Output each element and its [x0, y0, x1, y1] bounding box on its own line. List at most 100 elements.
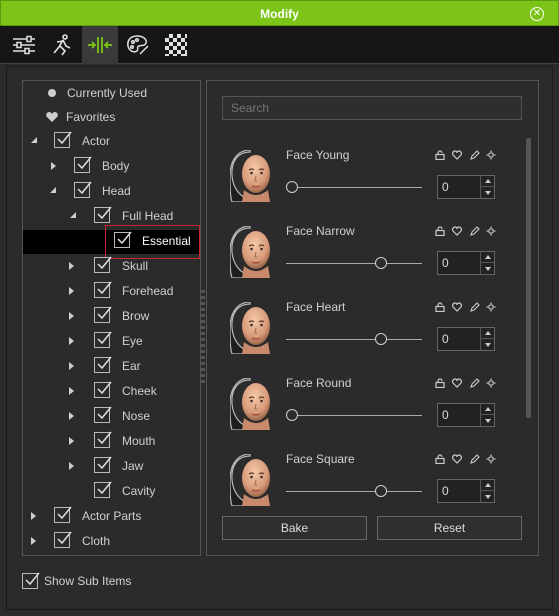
increment-icon[interactable]	[480, 328, 494, 339]
checkbox-forehead[interactable]	[94, 281, 112, 298]
reset-button[interactable]: Reset	[377, 516, 522, 540]
value-spinbox[interactable]: 0	[437, 327, 495, 351]
expand-arrow-icon[interactable]	[69, 337, 74, 345]
checkbox-cavity[interactable]	[94, 481, 112, 498]
edit-pencil-icon[interactable]	[470, 454, 480, 464]
edit-pencil-icon[interactable]	[470, 226, 480, 236]
slider-knob[interactable]	[286, 409, 298, 421]
decrement-icon[interactable]	[480, 415, 494, 426]
increment-icon[interactable]	[480, 404, 494, 415]
tree-item-currently-used[interactable]: Currently Used	[48, 82, 147, 104]
lock-icon[interactable]	[435, 454, 445, 464]
tab-texture[interactable]	[158, 26, 194, 64]
tree-item-favorites[interactable]: Favorites	[46, 106, 115, 128]
tab-pose[interactable]	[44, 26, 80, 64]
favorite-heart-icon[interactable]	[452, 302, 462, 312]
expand-arrow-icon[interactable]	[69, 387, 74, 395]
expand-arrow-icon[interactable]	[69, 462, 74, 470]
bake-button[interactable]: Bake	[222, 516, 367, 540]
tree-item-nose[interactable]: Nose	[122, 405, 150, 427]
tree-item-actor-parts[interactable]: Actor Parts	[82, 505, 141, 527]
panel-splitter[interactable]	[201, 290, 205, 386]
tree-item-jaw[interactable]: Jaw	[122, 455, 143, 477]
increment-icon[interactable]	[480, 252, 494, 263]
expand-arrow-icon[interactable]	[69, 287, 74, 295]
settings-gear-icon[interactable]	[486, 378, 496, 388]
checkbox-jaw[interactable]	[94, 456, 112, 473]
slider-knob[interactable]	[375, 333, 387, 345]
expand-arrow-icon[interactable]	[69, 312, 74, 320]
increment-icon[interactable]	[480, 480, 494, 491]
checkbox-actor[interactable]	[54, 131, 72, 148]
checkbox-essential[interactable]	[114, 231, 132, 248]
tree-item-cheek[interactable]: Cheek	[122, 380, 157, 402]
checkbox-body[interactable]	[74, 156, 92, 173]
checkbox-mouth[interactable]	[94, 431, 112, 448]
checkbox-cloth[interactable]	[54, 531, 72, 548]
checkbox-full-head[interactable]	[94, 206, 112, 223]
tree-item-body[interactable]: Body	[102, 155, 129, 177]
checkbox-skull[interactable]	[94, 256, 112, 273]
tree-item-skull[interactable]: Skull	[122, 255, 148, 277]
close-icon[interactable]: ✕	[530, 7, 544, 21]
edit-pencil-icon[interactable]	[470, 150, 480, 160]
tree-item-full-head[interactable]: Full Head	[122, 205, 173, 227]
lock-icon[interactable]	[435, 378, 445, 388]
checkbox-ear[interactable]	[94, 356, 112, 373]
edit-pencil-icon[interactable]	[470, 378, 480, 388]
expand-arrow-icon[interactable]	[51, 162, 56, 170]
slider-knob[interactable]	[286, 181, 298, 193]
morph-list-scrollbar[interactable]	[526, 138, 531, 418]
checkbox-actor-parts[interactable]	[54, 506, 72, 523]
checkbox-head[interactable]	[74, 181, 92, 198]
edit-pencil-icon[interactable]	[470, 302, 480, 312]
slider-track[interactable]	[286, 415, 422, 416]
settings-gear-icon[interactable]	[486, 226, 496, 236]
slider-knob[interactable]	[375, 485, 387, 497]
expand-arrow-icon[interactable]	[69, 262, 74, 270]
slider-track[interactable]	[286, 339, 422, 340]
settings-gear-icon[interactable]	[486, 454, 496, 464]
tree-item-head[interactable]: Head	[102, 180, 131, 202]
decrement-icon[interactable]	[480, 263, 494, 274]
decrement-icon[interactable]	[480, 491, 494, 502]
tree-item-forehead[interactable]: Forehead	[122, 280, 173, 302]
expand-arrow-icon[interactable]	[31, 537, 36, 545]
tree-item-brow[interactable]: Brow	[122, 305, 149, 327]
decrement-icon[interactable]	[480, 187, 494, 198]
checkbox-cheek[interactable]	[94, 381, 112, 398]
tree-item-mouth[interactable]: Mouth	[122, 430, 155, 452]
settings-gear-icon[interactable]	[486, 302, 496, 312]
favorite-heart-icon[interactable]	[452, 454, 462, 464]
search-input[interactable]: Search	[222, 96, 522, 120]
tree-item-ear[interactable]: Ear	[122, 355, 141, 377]
favorite-heart-icon[interactable]	[452, 150, 462, 160]
checkbox-show-sub-items[interactable]	[22, 572, 40, 589]
lock-icon[interactable]	[435, 226, 445, 236]
slider-track[interactable]	[286, 187, 422, 188]
show-sub-items-label[interactable]: Show Sub Items	[44, 570, 131, 592]
favorite-heart-icon[interactable]	[452, 226, 462, 236]
tab-sliders[interactable]	[6, 26, 42, 64]
tree-item-eye[interactable]: Eye	[122, 330, 143, 352]
tree-item-cloth[interactable]: Cloth	[82, 530, 110, 552]
favorite-heart-icon[interactable]	[452, 378, 462, 388]
value-spinbox[interactable]: 0	[437, 251, 495, 275]
tree-item-essential[interactable]: Essential	[142, 230, 191, 252]
slider-track[interactable]	[286, 263, 422, 264]
expand-arrow-icon[interactable]	[69, 362, 74, 370]
value-spinbox[interactable]: 0	[437, 175, 495, 199]
expand-arrow-icon[interactable]	[31, 512, 36, 520]
settings-gear-icon[interactable]	[486, 150, 496, 160]
checkbox-nose[interactable]	[94, 406, 112, 423]
increment-icon[interactable]	[480, 176, 494, 187]
lock-icon[interactable]	[435, 150, 445, 160]
tab-morph[interactable]	[82, 26, 118, 64]
checkbox-brow[interactable]	[94, 306, 112, 323]
value-spinbox[interactable]: 0	[437, 479, 495, 503]
slider-knob[interactable]	[375, 257, 387, 269]
tab-appearance[interactable]	[120, 26, 156, 64]
collapse-arrow-icon[interactable]	[70, 212, 76, 218]
checkbox-eye[interactable]	[94, 331, 112, 348]
tree-item-actor[interactable]: Actor	[82, 130, 110, 152]
